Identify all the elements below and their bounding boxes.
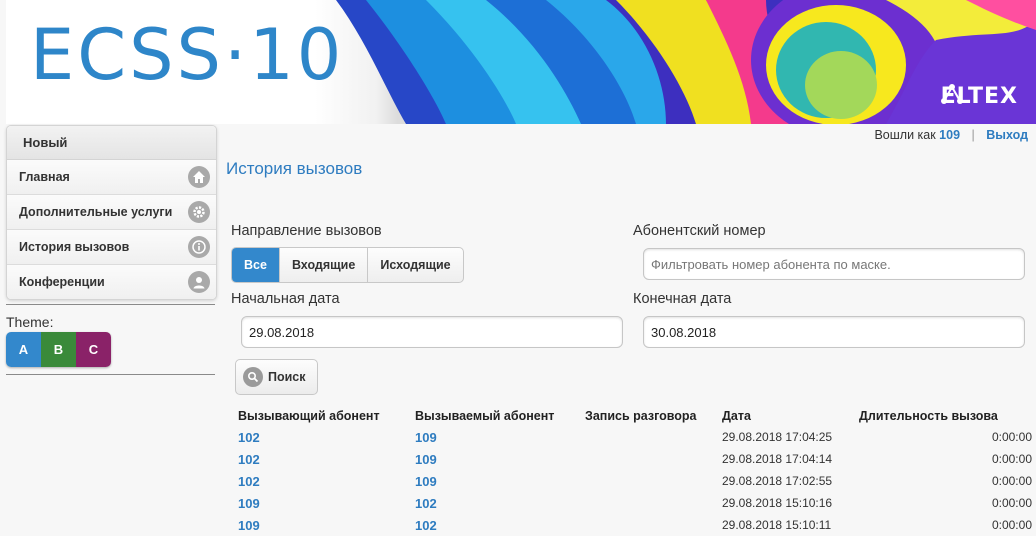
sidebar-item-label: Конференции [19, 275, 105, 289]
column-header-date: Дата [722, 409, 751, 423]
direction-outgoing-button[interactable]: Исходящие [367, 248, 462, 282]
record-cell [585, 470, 722, 492]
subscriber-filter-input[interactable] [643, 248, 1025, 280]
sidebar-title: Новый [7, 126, 216, 160]
sidebar-item-home[interactable]: Главная [7, 160, 216, 195]
column-header-caller: Вызывающий абонент [238, 409, 380, 423]
sidebar-item-label: История вызовов [19, 240, 130, 254]
duration-cell: 0:00:00 [991, 474, 1032, 488]
logout-link[interactable]: Выход [986, 128, 1028, 142]
header-banner: ECSS·10 ELTEX [6, 0, 1036, 124]
user-icon [188, 271, 210, 293]
login-prefix: Вошли как [874, 128, 936, 142]
callee-link[interactable]: 109 [415, 430, 437, 445]
login-info: Вошли как 109 | Выход [874, 128, 1028, 142]
search-icon [243, 367, 263, 387]
caller-link[interactable]: 102 [238, 474, 260, 489]
direction-label: Направление вызовов [231, 223, 382, 239]
page-title: История вызовов [226, 159, 363, 178]
duration-cell: 0:00:00 [991, 518, 1032, 532]
column-header-callee: Вызываемый абонент [415, 409, 555, 423]
sidebar-item-additional-services[interactable]: Дополнительные услуги [7, 195, 216, 230]
end-date-input[interactable] [643, 316, 1025, 348]
table-row: 102 109 29.08.2018 17:04:14 0:00:00 [238, 448, 1032, 470]
separator: | [971, 128, 975, 142]
direction-incoming-button[interactable]: Входящие [278, 248, 367, 282]
divider [6, 374, 215, 375]
table-row: 102 109 29.08.2018 17:02:55 0:00:00 [238, 470, 1032, 492]
table-row: 109 102 29.08.2018 15:10:11 0:00:00 [238, 514, 1032, 536]
callee-link[interactable]: 102 [415, 496, 437, 511]
date-cell: 29.08.2018 15:10:16 [722, 496, 833, 510]
table-row: 109 102 29.08.2018 15:10:16 0:00:00 [238, 492, 1032, 514]
date-cell: 29.08.2018 17:02:55 [722, 474, 833, 488]
record-cell [585, 426, 722, 448]
info-icon [188, 236, 210, 258]
ecss-logo: ECSS·10 [30, 14, 345, 96]
subscriber-label: Абонентский номер [633, 223, 766, 239]
theme-c-button[interactable]: C [76, 332, 111, 367]
sidebar-item-label: Дополнительные услуги [19, 205, 173, 219]
column-header-record: Запись разговора [585, 409, 697, 423]
column-header-duration: Длительность вызова [859, 409, 998, 423]
callee-link[interactable]: 102 [415, 518, 437, 533]
callee-link[interactable]: 109 [415, 452, 437, 467]
home-icon [188, 166, 210, 188]
theme-a-button[interactable]: A [6, 332, 41, 367]
direction-selector: Все Входящие Исходящие [231, 247, 464, 283]
eltex-mark-icon [940, 84, 963, 104]
search-button[interactable]: Поиск [235, 359, 318, 395]
start-date-label: Начальная дата [231, 291, 340, 307]
end-date-label: Конечная дата [633, 291, 732, 307]
table-header-row: Вызывающий абонент Вызываемый абонент За… [238, 406, 1032, 426]
caller-link[interactable]: 102 [238, 430, 260, 445]
theme-label: Theme: [6, 314, 54, 330]
sidebar-item-conferences[interactable]: Конференции [7, 265, 216, 299]
date-cell: 29.08.2018 17:04:14 [722, 452, 833, 466]
duration-cell: 0:00:00 [991, 452, 1032, 466]
gear-icon [188, 201, 210, 223]
search-button-label: Поиск [268, 370, 306, 384]
duration-cell: 0:00:00 [991, 496, 1032, 510]
caller-link[interactable]: 109 [238, 496, 260, 511]
duration-cell: 0:00:00 [991, 430, 1032, 444]
call-history-table: Вызывающий абонент Вызываемый абонент За… [238, 406, 1032, 536]
sidebar-item-call-history[interactable]: История вызовов [7, 230, 216, 265]
start-date-input[interactable] [241, 316, 623, 348]
sidebar-nav: Новый Главная Дополнительные услуги Исто… [6, 125, 217, 300]
record-cell [585, 492, 722, 514]
record-cell [585, 514, 722, 536]
date-cell: 29.08.2018 17:04:25 [722, 430, 833, 444]
caller-link[interactable]: 102 [238, 452, 260, 467]
eltex-logo: ELTEX [940, 84, 1018, 109]
divider [6, 304, 215, 305]
table-row: 102 109 29.08.2018 17:04:25 0:00:00 [238, 426, 1032, 448]
sidebar-item-label: Главная [19, 170, 70, 184]
record-cell [585, 448, 722, 470]
callee-link[interactable]: 109 [415, 474, 437, 489]
direction-all-button[interactable]: Все [232, 248, 279, 282]
date-cell: 29.08.2018 15:10:11 [722, 518, 832, 532]
caller-link[interactable]: 109 [238, 518, 260, 533]
current-user-link[interactable]: 109 [939, 128, 960, 142]
theme-switcher: A B C [6, 332, 111, 367]
theme-b-button[interactable]: B [41, 332, 76, 367]
